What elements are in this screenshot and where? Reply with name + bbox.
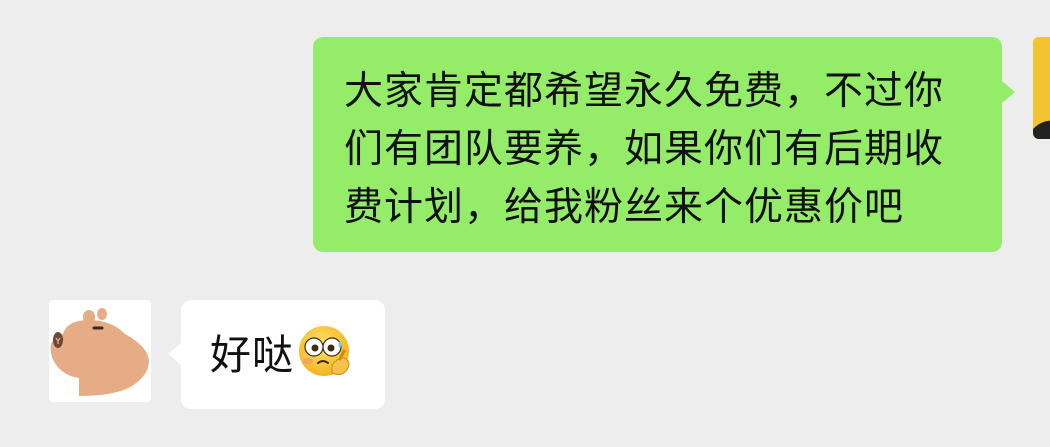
self-avatar[interactable] xyxy=(1033,37,1050,139)
capybara-avatar[interactable] xyxy=(49,300,151,402)
incoming-message-bubble[interactable]: 好哒 xyxy=(168,300,385,409)
capybara-icon xyxy=(49,300,151,402)
face-holding-back-tears-emoji-icon xyxy=(296,321,356,381)
incoming-message-text: 好哒 xyxy=(210,330,294,379)
self-avatar-icon xyxy=(1033,37,1050,139)
outgoing-message-bubble[interactable]: 大家肯定都希望永久免费，不过你们有团队要养，如果你们有后期收费计划，给我粉丝来个… xyxy=(313,37,1015,252)
outgoing-message-text: 大家肯定都希望永久免费，不过你们有团队要养，如果你们有后期收费计划，给我粉丝来个… xyxy=(344,69,945,230)
